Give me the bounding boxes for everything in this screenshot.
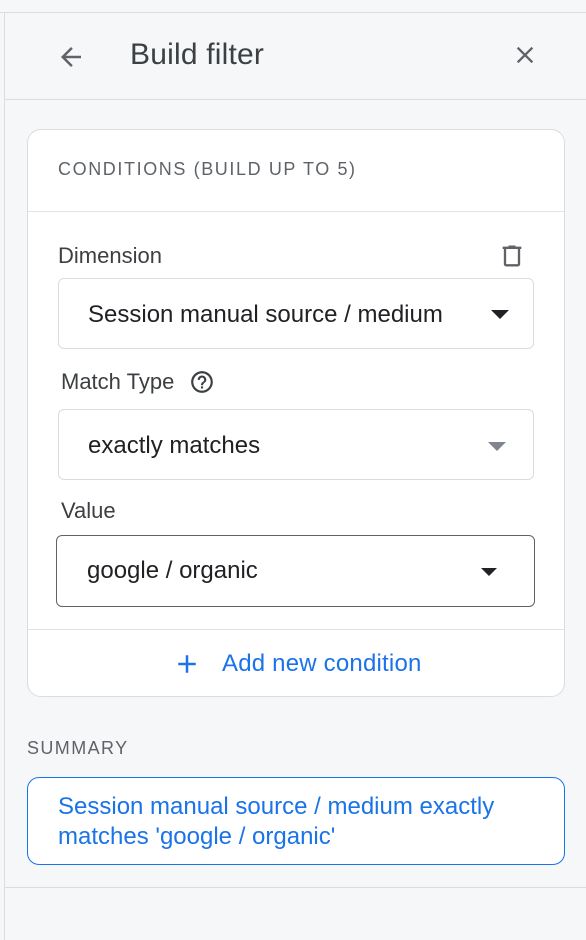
conditions-card: CONDITIONS (BUILD UP TO 5) Dimension Ses… (27, 129, 565, 697)
value-label: Value (61, 498, 116, 523)
conditions-heading: CONDITIONS (BUILD UP TO 5) (58, 159, 357, 179)
summary-text: Session manual source / medium exactly m… (58, 793, 495, 850)
dimension-value: Session manual source / medium (88, 301, 443, 328)
summary-heading: SUMMARY (27, 738, 129, 758)
dimension-select[interactable]: Session manual source / medium (58, 278, 534, 349)
value-field-value: google / organic (87, 557, 258, 584)
back-button[interactable] (49, 35, 93, 79)
panel-header: Build filter (5, 13, 586, 100)
bottom-divider (5, 887, 586, 888)
help-circle-icon (191, 371, 213, 393)
trash-icon (502, 245, 522, 267)
build-filter-panel: Build filter CONDITIONS (BUILD UP TO 5) … (0, 0, 586, 940)
dimension-label: Dimension (58, 243, 162, 268)
close-icon (516, 46, 534, 64)
plus-icon (178, 655, 196, 673)
match-type-value: exactly matches (88, 432, 261, 459)
value-select[interactable]: google / organic (56, 535, 535, 607)
match-type-select[interactable]: exactly matches (58, 409, 534, 480)
delete-condition-button[interactable] (496, 240, 528, 272)
conditions-card-footer: Add new condition (28, 629, 564, 697)
page-title: Build filter (130, 38, 265, 71)
add-condition-label: Add new condition (222, 650, 422, 677)
add-condition-button[interactable]: Add new condition (172, 642, 422, 686)
match-type-dropdown-caret (488, 442, 506, 451)
summary-box: Session manual source / medium exactly m… (27, 777, 565, 865)
close-button[interactable] (503, 33, 547, 77)
arrow-back-icon (61, 47, 81, 67)
dimension-dropdown-caret (491, 310, 509, 319)
conditions-card-header: CONDITIONS (BUILD UP TO 5) (28, 130, 564, 212)
match-type-label: Match Type (61, 369, 175, 394)
help-icon[interactable] (189, 369, 215, 395)
left-divider (4, 12, 5, 940)
value-dropdown-caret (481, 568, 497, 576)
